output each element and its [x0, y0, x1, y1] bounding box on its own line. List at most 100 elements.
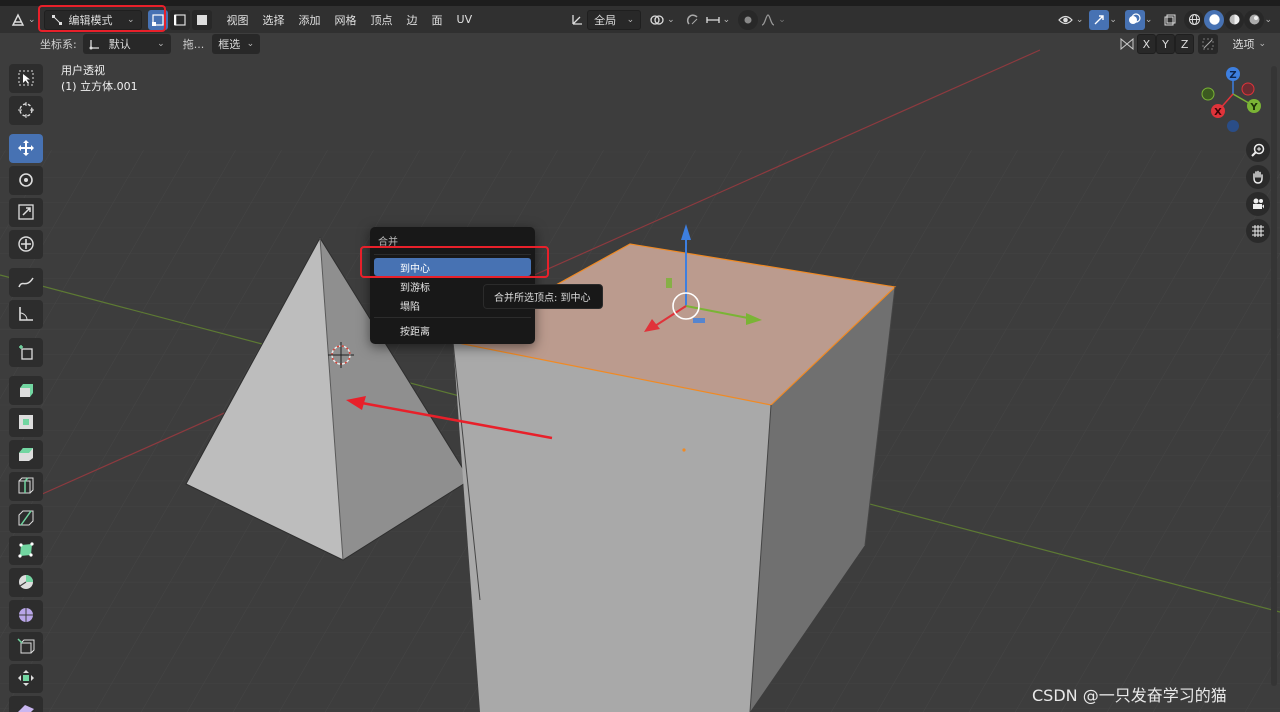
poly-build-tool-icon[interactable] — [9, 535, 43, 565]
merge-tooltip: 合并所选顶点: 到中心 — [483, 284, 603, 309]
gizmo-z-label: Z — [1229, 70, 1236, 81]
overlays-icon[interactable] — [1124, 9, 1145, 30]
add-cube-tool-icon[interactable] — [9, 337, 43, 367]
mirror-z-button[interactable]: Z — [1174, 34, 1195, 54]
menu-separator — [374, 254, 531, 255]
visibility-eye-icon[interactable] — [1056, 10, 1076, 30]
menu-separator — [374, 317, 531, 318]
rotate-tool-icon[interactable] — [9, 165, 43, 195]
chevron-down-icon[interactable]: ⌄ — [667, 15, 675, 25]
menu-edge[interactable]: 边 — [400, 10, 425, 30]
solid-shading-icon[interactable] — [1204, 9, 1225, 30]
pan-hand-icon[interactable] — [1246, 165, 1270, 189]
coord-system-value: 默认 — [108, 38, 131, 51]
mode-label: 编辑模式 — [68, 13, 113, 27]
merge-by-distance-item[interactable]: 按距离 — [374, 321, 531, 339]
extrude-tool-icon[interactable] — [9, 375, 43, 405]
edge-slide-tool-icon[interactable] — [9, 631, 43, 661]
chevron-down-icon[interactable]: ⌄ — [28, 15, 36, 25]
viewport-info: 用户透视 (1) 立方体.001 — [61, 63, 138, 95]
axis-z-label: Z — [1180, 37, 1189, 51]
menu-title: 合并 — [378, 237, 398, 248]
shear-tool-icon[interactable] — [9, 695, 43, 712]
menu-mesh[interactable]: 网格 — [328, 10, 364, 30]
merge-at-center-item[interactable]: 到中心 — [374, 258, 531, 276]
navigation-gizmo[interactable]: Z Y X — [1196, 64, 1276, 136]
shrink-fatten-tool-icon[interactable] — [9, 663, 43, 693]
scale-tool-icon[interactable] — [9, 197, 43, 227]
chevron-down-icon[interactable]: ⌄ — [1264, 15, 1272, 25]
annotate-tool-icon[interactable] — [9, 267, 43, 297]
smooth-tool-icon[interactable] — [9, 599, 43, 629]
material-preview-icon[interactable] — [1224, 9, 1245, 30]
gizmo-y-label: Y — [1249, 102, 1258, 113]
select-box-tool-icon[interactable] — [9, 63, 43, 93]
left-toolbar — [9, 62, 45, 712]
axis-x-label: X — [1142, 37, 1151, 51]
chevron-down-icon[interactable]: ⌄ — [1109, 15, 1117, 25]
mirror-x-button[interactable]: X — [1136, 34, 1157, 54]
mirror-y-button[interactable]: Y — [1156, 34, 1175, 54]
edit-mode-icon — [51, 14, 62, 25]
menu-add[interactable]: 添加 — [292, 10, 328, 30]
menu-view[interactable]: 视图 — [220, 10, 256, 30]
chevron-down-icon[interactable]: ⌄ — [723, 15, 731, 25]
orientation-icon — [89, 40, 99, 50]
falloff-icon[interactable] — [758, 10, 778, 30]
camera-view-icon[interactable] — [1246, 192, 1270, 216]
view-name: 用户透视 — [61, 64, 105, 77]
zoom-icon[interactable] — [1246, 138, 1270, 162]
grid-view-icon[interactable] — [1246, 219, 1270, 243]
chevron-down-icon[interactable]: ⌄ — [778, 15, 786, 25]
menu-vertex[interactable]: 顶点 — [364, 10, 400, 30]
transform-orientation-label: 全局 — [594, 13, 617, 27]
loop-cut-tool-icon[interactable] — [9, 471, 43, 501]
drag-label: 拖... — [182, 38, 205, 51]
cursor-tool-icon[interactable] — [9, 95, 43, 125]
rendered-shading-icon[interactable] — [1244, 9, 1265, 30]
chevron-down-icon: ⌄ — [157, 39, 165, 49]
menu-select[interactable]: 选择 — [256, 10, 292, 30]
proportional-editing-icon[interactable] — [738, 9, 759, 30]
move-tool-icon[interactable] — [9, 133, 43, 163]
viewport-header: ⌄ 编辑模式 ⌄ 视图 选择 添加 网格 顶点 边 面 UV 全局 ⌄ ⌄ ⌄ … — [0, 6, 1280, 33]
axis-y-label: Y — [1162, 37, 1169, 51]
xray-toggle-icon[interactable] — [1160, 10, 1180, 30]
chevron-down-icon: ⌄ — [626, 14, 635, 25]
edge-select-mode-icon[interactable] — [169, 9, 190, 30]
mirror-butterfly-icon[interactable] — [1117, 34, 1137, 54]
coord-system-dropdown[interactable]: 默认 ⌄ — [82, 34, 171, 54]
inset-tool-icon[interactable] — [9, 407, 43, 437]
transform-orientation-dropdown[interactable]: 全局 ⌄ — [587, 9, 642, 30]
wireframe-shading-icon[interactable] — [1184, 9, 1205, 30]
snap-target-icon[interactable] — [703, 10, 723, 30]
mode-dropdown[interactable]: 编辑模式 ⌄ — [43, 9, 142, 30]
chevron-down-icon[interactable]: ⌄ — [1145, 15, 1153, 25]
measure-tool-icon[interactable] — [9, 299, 43, 329]
coord-system-label: 坐标系: — [40, 38, 77, 51]
chevron-down-icon: ⌄ — [1258, 39, 1266, 49]
face-select-mode-icon[interactable] — [191, 9, 212, 30]
auto-merge-icon[interactable] — [1198, 34, 1219, 54]
gizmo-x-label: X — [1214, 107, 1222, 118]
tool-settings-bar: 坐标系: 默认 ⌄ 拖... 框选 ⌄ X Y Z 选项 ⌄ — [0, 33, 1280, 55]
options-dropdown[interactable]: 选项 ⌄ — [1226, 34, 1272, 54]
select-mode-dropdown[interactable]: 框选 ⌄ — [212, 34, 261, 54]
chevron-down-icon[interactable]: ⌄ — [1076, 15, 1084, 25]
pivot-point-icon[interactable] — [647, 10, 667, 30]
menu-face[interactable]: 面 — [425, 10, 450, 30]
transform-tool-icon[interactable] — [9, 229, 43, 259]
knife-tool-icon[interactable] — [9, 503, 43, 533]
spin-tool-icon[interactable] — [9, 567, 43, 597]
transform-orientation-icon[interactable] — [567, 10, 587, 30]
menu-uv[interactable]: UV — [450, 10, 480, 30]
bevel-tool-icon[interactable] — [9, 439, 43, 469]
viewport-scrollbar[interactable] — [1271, 66, 1277, 686]
snap-icon[interactable] — [683, 10, 703, 30]
editor-type-icon[interactable] — [8, 10, 28, 30]
select-mode-value: 框选 — [218, 38, 241, 51]
vertex-select-mode-icon[interactable] — [147, 9, 168, 30]
options-label: 选项 — [1232, 38, 1255, 51]
viewport-scene[interactable] — [0, 0, 1280, 712]
gizmo-toggle-icon[interactable] — [1089, 9, 1110, 30]
